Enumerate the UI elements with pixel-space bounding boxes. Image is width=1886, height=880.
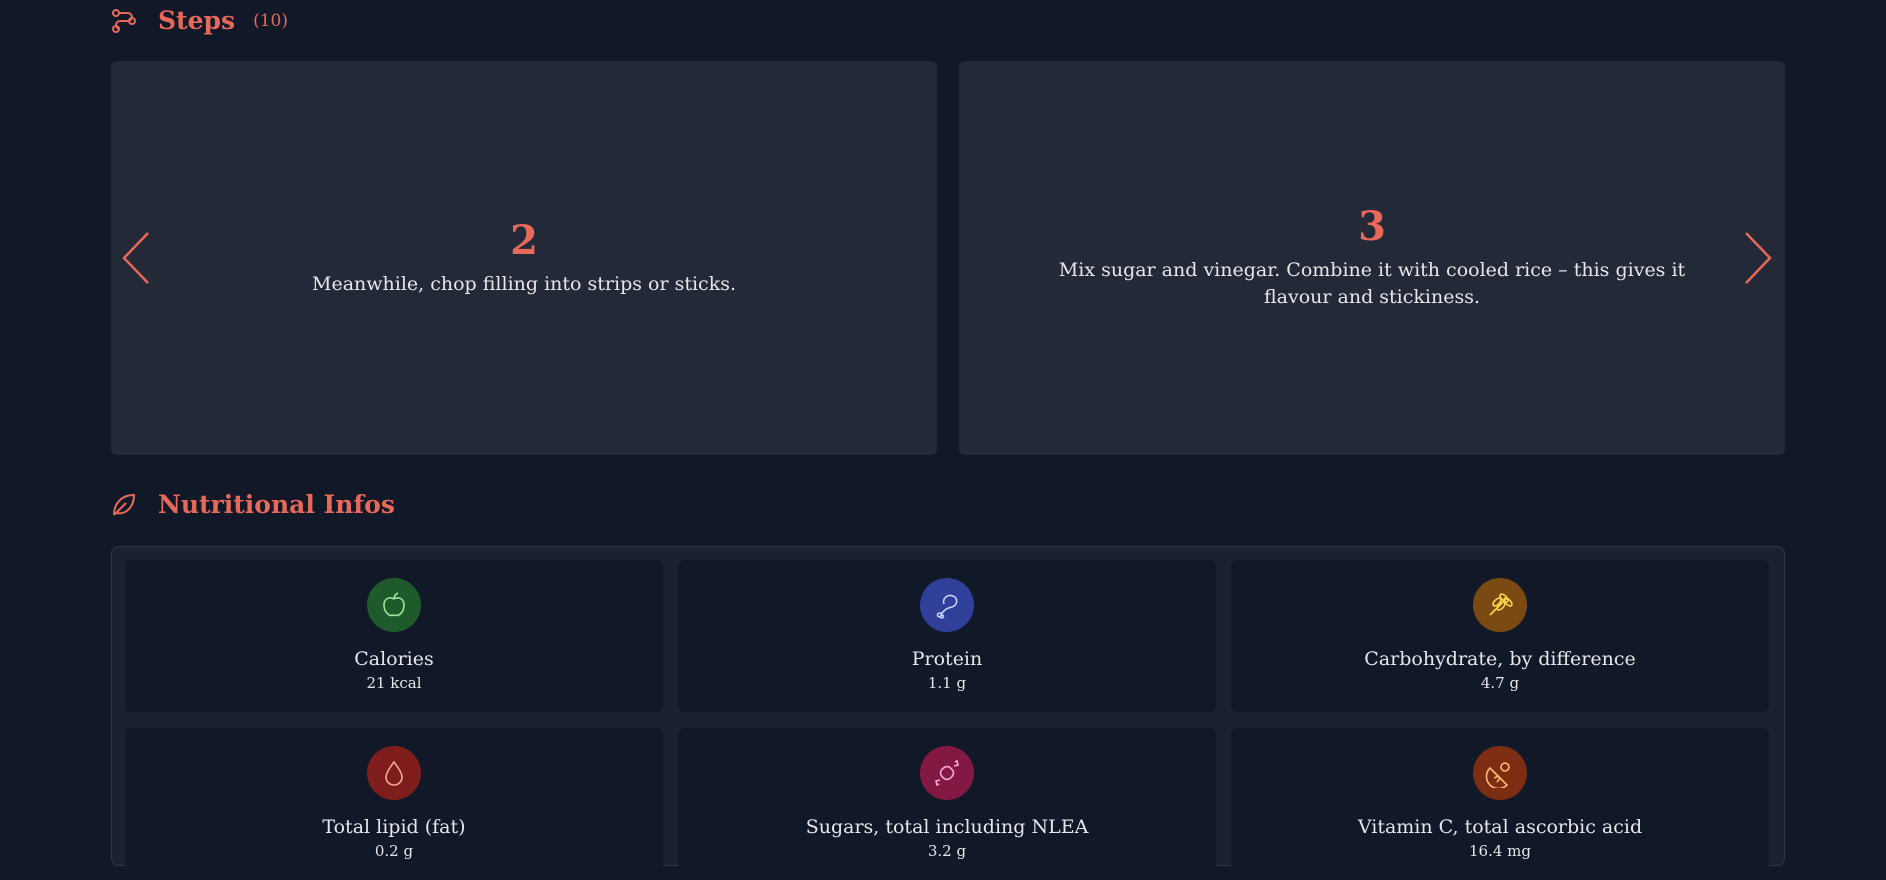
meat-icon [920, 578, 974, 632]
nutrition-card: Protein 1.1 g [678, 560, 1216, 712]
step-number: 2 [510, 216, 538, 264]
nutrition-label: Protein [911, 648, 983, 670]
nutrition-panel: Calories 21 kcal Protein 1.1 g Carbohydr… [111, 546, 1785, 880]
nutrition-card: Sugars, total including NLEA 3.2 g [678, 728, 1216, 880]
nutrition-label: Total lipid (fat) [322, 816, 466, 838]
step-text: Mix sugar and vinegar. Combine it with c… [1058, 259, 1686, 308]
wheat-icon [1473, 578, 1527, 632]
nutrition-label: Carbohydrate, by difference [1364, 648, 1636, 670]
nutrition-title: Nutritional Infos [158, 490, 395, 519]
steps-title: Steps [158, 6, 236, 35]
nutrition-card: Carbohydrate, by difference 4.7 g [1231, 560, 1769, 712]
drop-icon [367, 746, 421, 800]
step-card: 2 Meanwhile, chop filling into strips or… [111, 61, 937, 455]
steps-count: (10) [253, 10, 288, 31]
nutrition-card: Calories 21 kcal [125, 560, 663, 712]
chevron-right-icon [1745, 232, 1772, 284]
nutrition-value: 4.7 g [1480, 674, 1520, 692]
leaf-icon [110, 491, 138, 519]
nutrition-value: 1.1 g [927, 674, 967, 692]
candy-icon [920, 746, 974, 800]
carousel-prev-button[interactable] [118, 228, 154, 288]
route-icon [110, 7, 138, 35]
nutrition-value: 0.2 g [374, 842, 414, 860]
nutrition-label: Vitamin C, total ascorbic acid [1357, 816, 1643, 838]
nutrition-label: Sugars, total including NLEA [805, 816, 1089, 838]
nutrition-value: 16.4 mg [1469, 842, 1531, 860]
step-text: Meanwhile, chop filling into strips or s… [312, 272, 736, 295]
step-card: 3 Mix sugar and vinegar. Combine it with… [959, 61, 1785, 455]
chevron-left-icon [122, 232, 149, 284]
step-number: 3 [1358, 203, 1386, 250]
citrus-icon [1473, 746, 1527, 800]
nutrition-card: Vitamin C, total ascorbic acid 16.4 mg [1231, 728, 1769, 880]
carousel-next-button[interactable] [1740, 228, 1776, 288]
nutrition-card: Total lipid (fat) 0.2 g [125, 728, 663, 880]
nutrition-header: Nutritional Infos [110, 490, 395, 519]
apple-icon [367, 578, 421, 632]
nutrition-value: 3.2 g [927, 842, 967, 860]
steps-header: Steps (10) [110, 6, 288, 35]
nutrition-label: Calories [354, 648, 434, 670]
nutrition-value: 21 kcal [366, 674, 422, 692]
